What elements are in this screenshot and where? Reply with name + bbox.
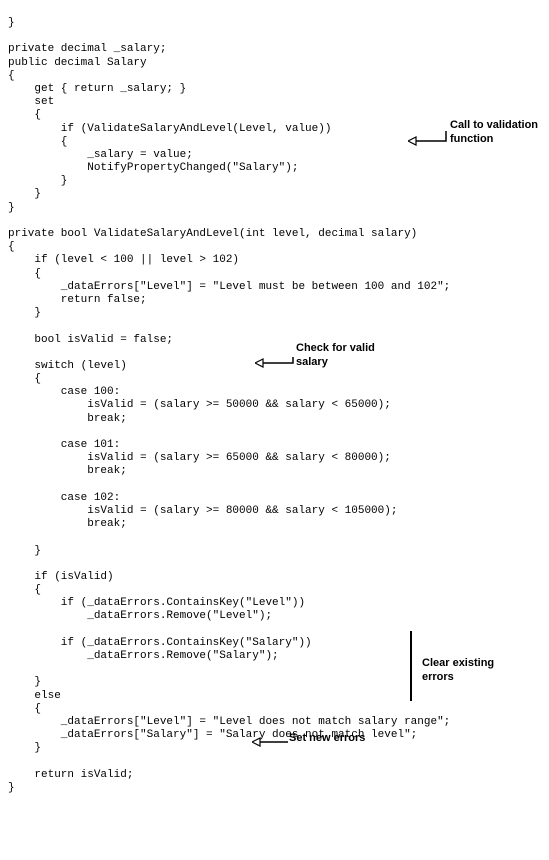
code-listing: } private decimal _salary; public decima… [0, 11, 549, 795]
